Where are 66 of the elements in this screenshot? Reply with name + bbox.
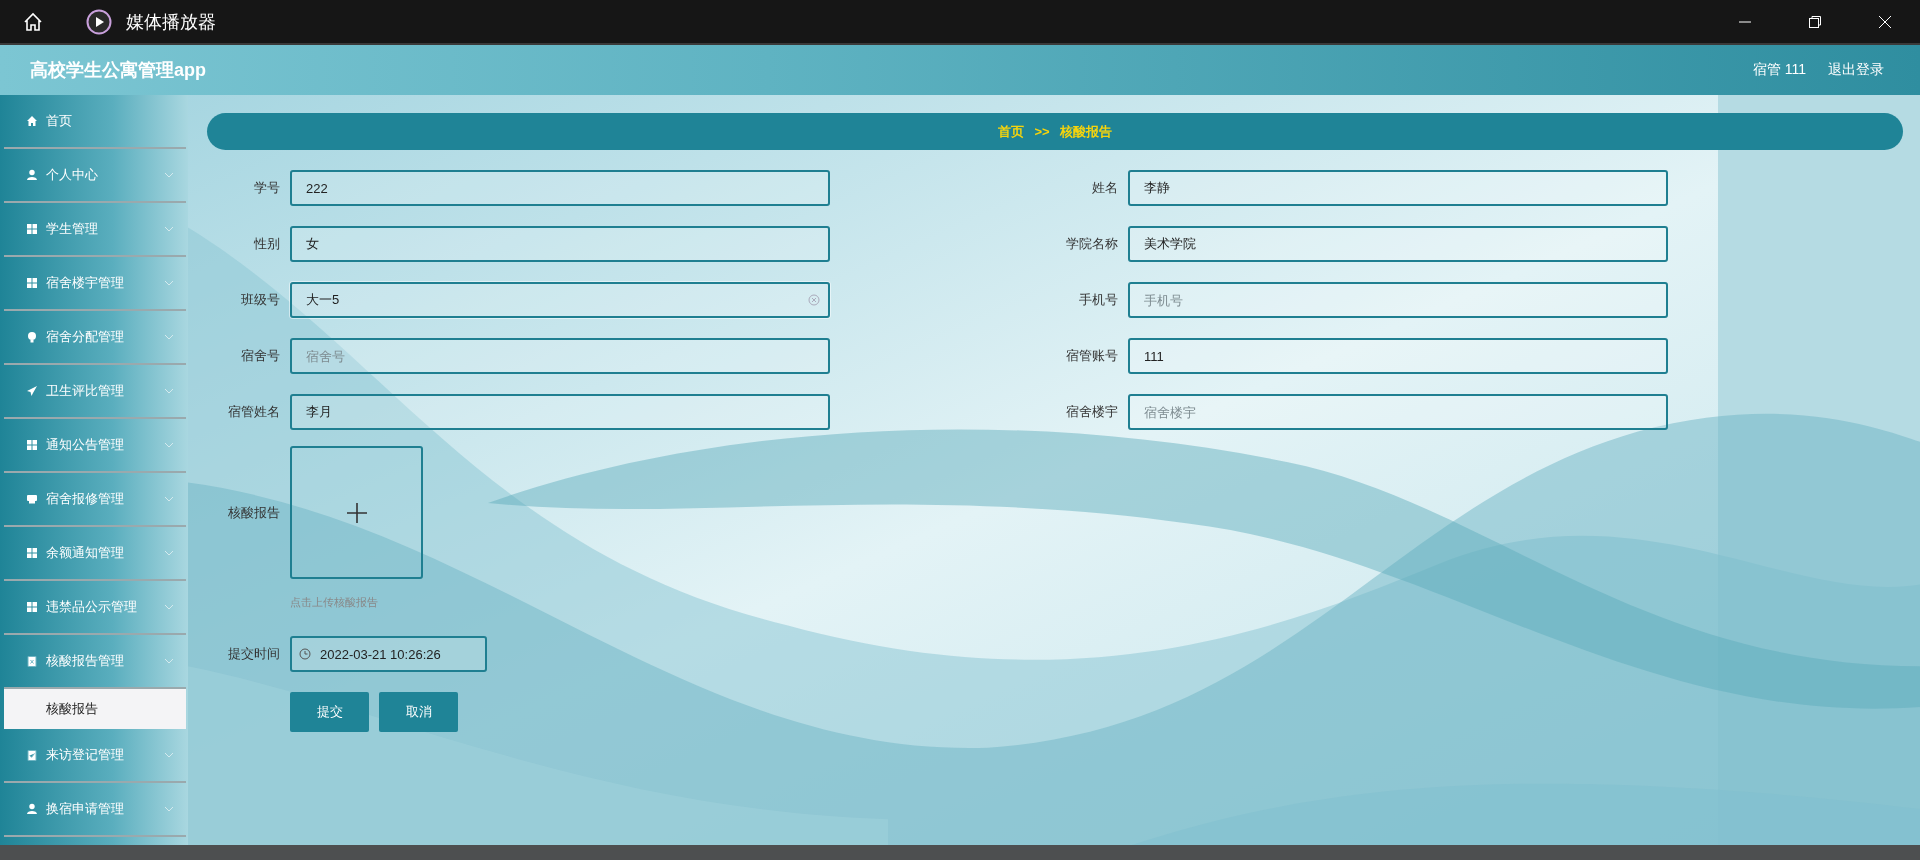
breadcrumb-link[interactable]: 核酸报告 xyxy=(1059,122,1112,141)
text-field[interactable]: 111 xyxy=(1128,338,1668,374)
sidebar-item[interactable]: 来访登记管理 xyxy=(4,729,186,783)
home-icon[interactable] xyxy=(22,10,44,33)
text-field[interactable]: 宿舍楼宇 xyxy=(1128,394,1668,430)
grid-icon xyxy=(26,547,38,559)
restore-icon[interactable] xyxy=(1808,14,1822,29)
plus-icon xyxy=(345,501,368,524)
grid-icon xyxy=(26,277,38,289)
close-icon[interactable] xyxy=(1878,14,1892,29)
grid-icon xyxy=(26,223,38,235)
home-icon xyxy=(26,115,38,127)
text-field[interactable]: 李月 xyxy=(290,394,830,430)
field-label: 宿舍楼宇 xyxy=(1066,403,1118,421)
clipboard-check-icon xyxy=(26,749,38,761)
field-label: 学号 xyxy=(254,179,280,197)
user-icon xyxy=(26,803,38,815)
field-label: 宿舍号 xyxy=(241,347,280,365)
window-title: 媒体播放器 xyxy=(126,10,216,34)
text-field[interactable]: 222 xyxy=(290,170,830,206)
clock-icon xyxy=(299,648,311,660)
cancel-button[interactable]: 取消 xyxy=(379,692,458,732)
user-icon xyxy=(26,169,38,181)
clipboard-icon xyxy=(26,655,38,667)
field-label: 性别 xyxy=(254,235,280,253)
text-field[interactable]: 李静 xyxy=(1128,170,1668,206)
sidebar-item[interactable]: 卫生评比管理 xyxy=(4,365,186,419)
text-field[interactable]: 宿舍号 xyxy=(290,338,830,374)
sidebar-item[interactable]: 余额通知管理 xyxy=(4,527,186,581)
bulb-icon xyxy=(26,331,38,343)
sidebar-item[interactable]: 学生管理 xyxy=(4,203,186,257)
field-label: 宿管账号 xyxy=(1066,347,1118,365)
sidebar-subitem[interactable]: 核酸报告 xyxy=(4,689,186,729)
sidebar-item[interactable]: 换宿申请管理 xyxy=(4,783,186,837)
sidebar-item[interactable]: 通知公告管理 xyxy=(4,419,186,473)
field-label: 宿管姓名 xyxy=(228,403,280,421)
app-title: 高校学生公寓管理app xyxy=(30,59,206,82)
field-label: 提交时间 xyxy=(227,645,280,663)
logout-link[interactable]: 退出登录 xyxy=(1828,61,1884,79)
text-field[interactable]: 手机号 xyxy=(1128,282,1668,318)
text-field[interactable]: 美术学院 xyxy=(1128,226,1668,262)
play-logo-icon xyxy=(86,8,112,35)
breadcrumb-separator: >> xyxy=(1034,124,1050,139)
field-label: 班级号 xyxy=(241,291,280,309)
sidebar-item[interactable]: 个人中心 xyxy=(4,149,186,203)
text-field[interactable]: 大一5 xyxy=(290,282,830,318)
sidebar-item[interactable]: 宿舍楼宇管理 xyxy=(4,257,186,311)
field-label: 核酸报告 xyxy=(227,503,280,522)
field-label: 学院名称 xyxy=(1066,235,1118,253)
sidebar-item[interactable]: 宿舍报修管理 xyxy=(4,473,186,527)
submit-button[interactable]: 提交 xyxy=(290,692,369,732)
user-name: 宿管 111 xyxy=(1752,61,1806,79)
tray-icon xyxy=(26,493,38,505)
field-label: 手机号 xyxy=(1079,291,1118,309)
field-label: 姓名 xyxy=(1092,179,1118,197)
text-field[interactable]: 女 xyxy=(290,226,830,262)
datetime-field[interactable]: 2022-03-21 10:26:26 xyxy=(290,636,487,672)
upload-hint: 点击上传核酸报告 xyxy=(290,595,379,610)
sidebar-item[interactable]: 违禁品公示管理 xyxy=(4,581,186,635)
sidebar-item[interactable]: 首页 xyxy=(4,95,186,149)
sidebar-item[interactable]: 宿舍分配管理 xyxy=(4,311,186,365)
grid-icon xyxy=(26,601,38,613)
upload-box[interactable] xyxy=(290,446,423,579)
breadcrumb-link[interactable]: 首页 xyxy=(998,122,1025,141)
grid-icon xyxy=(26,439,38,451)
paper-plane-icon xyxy=(26,385,38,397)
